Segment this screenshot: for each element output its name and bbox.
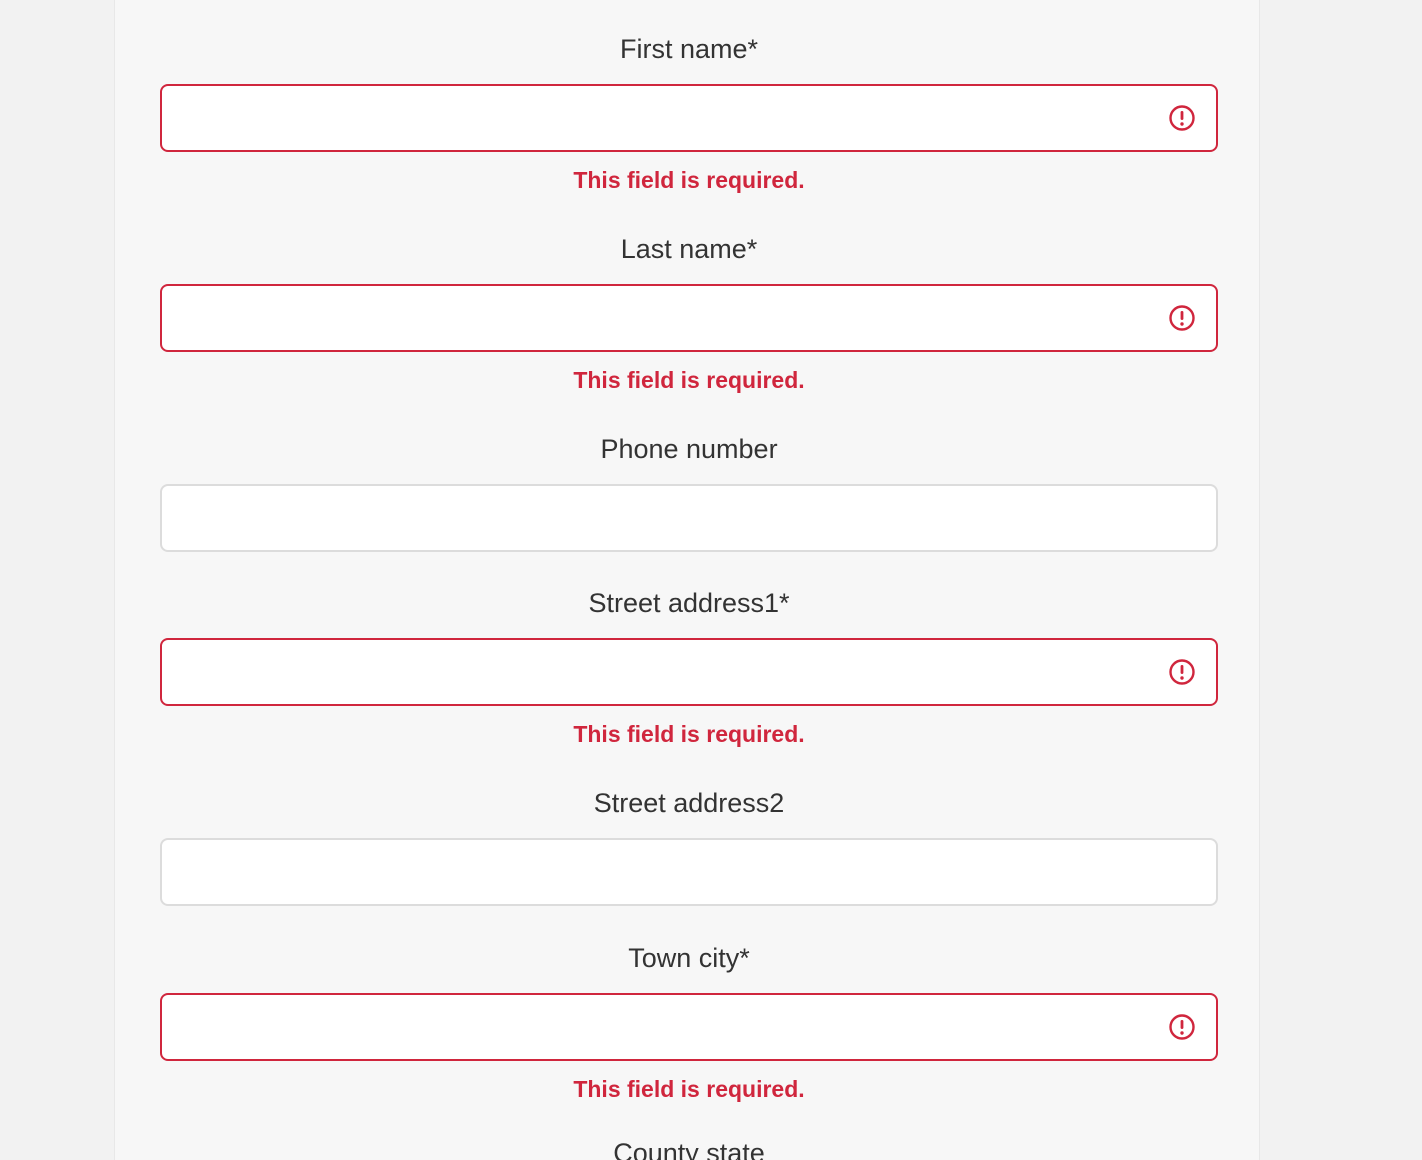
county-state-label: County state <box>613 1138 765 1160</box>
street-address1-field[interactable] <box>160 638 1218 706</box>
street-address2-field[interactable] <box>160 838 1218 906</box>
alert-circle-icon <box>1169 105 1195 131</box>
phone-number-field[interactable] <box>160 484 1218 552</box>
first-name-label: First name* <box>619 34 759 64</box>
town-city-label: Town city* <box>628 943 750 973</box>
first-name-field[interactable] <box>160 84 1218 152</box>
last-name-input[interactable] <box>162 286 1216 350</box>
last-name-label: Last name* <box>620 234 758 264</box>
town-city-input[interactable] <box>162 995 1216 1059</box>
street-address1-input[interactable] <box>162 640 1216 704</box>
last-name-field[interactable] <box>160 284 1218 352</box>
street-address1-error: This field is required. <box>573 721 805 747</box>
alert-circle-icon <box>1169 659 1195 685</box>
alert-circle-icon <box>1169 1014 1195 1040</box>
street-address2-label: Street address2 <box>593 788 785 818</box>
town-city-field[interactable] <box>160 993 1218 1061</box>
last-name-error: This field is required. <box>573 367 805 393</box>
alert-circle-icon <box>1169 305 1195 331</box>
form-card: First name* This field is required. Last… <box>114 0 1260 1160</box>
town-city-error: This field is required. <box>573 1076 805 1102</box>
first-name-error: This field is required. <box>573 167 805 193</box>
street-address2-input[interactable] <box>162 840 1216 904</box>
phone-number-label: Phone number <box>600 434 778 464</box>
first-name-input[interactable] <box>162 86 1216 150</box>
phone-number-input[interactable] <box>162 486 1216 550</box>
street-address1-label: Street address1* <box>588 588 790 618</box>
